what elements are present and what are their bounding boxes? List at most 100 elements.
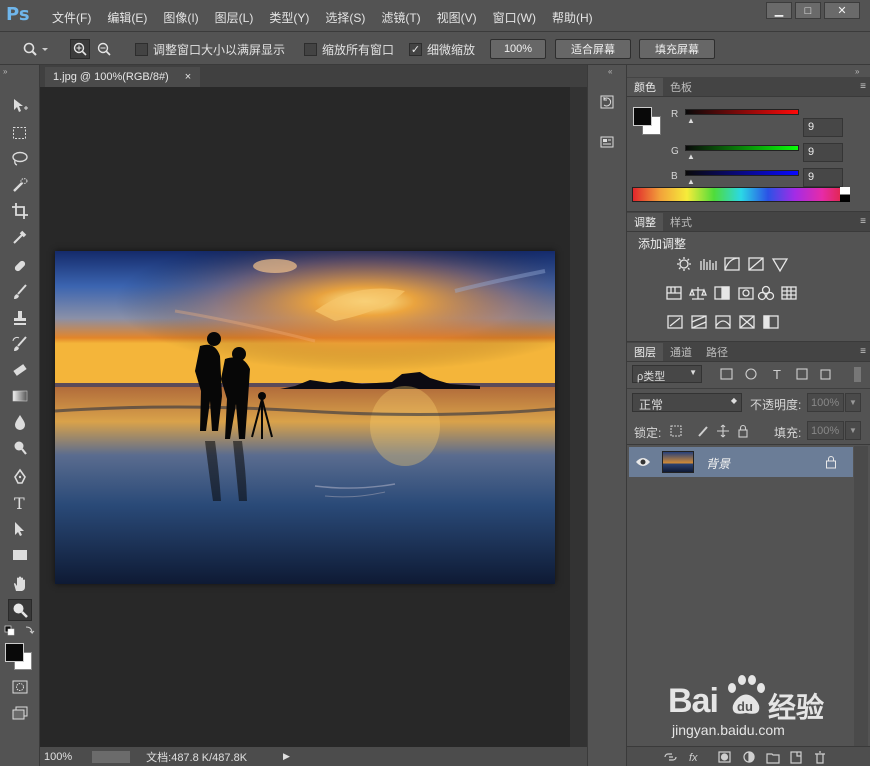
panel-menu-icon[interactable]: ≡ [860,346,866,357]
tab-styles[interactable]: 样式 [663,213,699,231]
minimize-button[interactable]: ▁ [766,2,792,19]
color-swatches[interactable] [5,640,35,670]
blend-mode-select[interactable]: 正常 ◆ [632,393,742,412]
panel-menu-icon[interactable]: ≡ [860,81,866,92]
channel-mixer-icon[interactable] [757,285,775,301]
type-tool-icon[interactable]: T [8,492,32,514]
new-layer-icon[interactable] [790,751,802,764]
b-value-input[interactable]: 9 [803,168,843,187]
resize-windows-option[interactable]: 调整窗口大小以满屏显示 [135,39,285,59]
close-tab-icon[interactable]: × [185,71,191,83]
zoom-tool-preset[interactable] [22,39,48,59]
collapse-arrows-icon[interactable]: » [0,67,40,75]
opacity-dropdown-icon[interactable]: ▼ [845,393,861,412]
threshold-icon[interactable] [715,315,731,329]
zoom-out-icon[interactable] [94,39,114,59]
history-panel-icon[interactable] [595,91,619,113]
black-white-icon[interactable] [714,286,730,300]
filter-shape-icon[interactable] [796,368,808,380]
r-slider[interactable] [685,109,799,115]
layer-thumbnail[interactable] [662,451,694,473]
vibrance-icon[interactable] [771,258,789,273]
layer-row[interactable]: 背景 [629,447,853,477]
maximize-button[interactable]: □ [795,2,821,19]
delete-layer-icon[interactable] [815,751,825,764]
b-slider-thumb-icon[interactable]: ▲ [687,177,695,186]
levels-icon[interactable] [700,259,717,270]
lock-transparent-icon[interactable] [670,425,682,437]
menu-filter[interactable]: 滤镜(T) [373,9,428,26]
tab-layers[interactable]: 图层 [627,343,663,361]
clone-stamp-tool-icon[interactable] [8,307,32,329]
menu-file[interactable]: 文件(F) [44,9,99,26]
blur-tool-icon[interactable] [8,411,32,433]
tab-paths[interactable]: 路径 [699,343,735,361]
status-preview-icon[interactable] [92,750,131,763]
history-brush-tool-icon[interactable] [8,333,32,355]
fill-dropdown-icon[interactable]: ▼ [845,421,861,440]
fit-screen-button[interactable]: 适合屏幕 [555,39,631,59]
default-colors-icon[interactable] [4,625,36,637]
r-slider-thumb-icon[interactable]: ▲ [687,116,695,125]
document-tab[interactable]: 1.jpg @ 100%(RGB/8#) × [45,67,200,87]
gradient-map-icon[interactable] [763,315,779,329]
photo-canvas[interactable] [55,251,555,584]
menu-view[interactable]: 视图(V) [429,9,485,26]
tab-color[interactable]: 颜色 [627,78,663,96]
layer-lock-icon[interactable] [825,455,837,469]
resize-windows-checkbox[interactable] [135,42,148,56]
scrubby-zoom-option[interactable]: ✓ 细微缩放 [409,39,475,59]
lock-image-icon[interactable] [698,426,708,437]
color-balance-icon[interactable] [689,287,707,300]
lasso-tool-icon[interactable] [8,148,32,170]
invert-icon[interactable] [667,315,683,329]
lock-position-icon[interactable] [717,424,729,438]
color-lookup-icon[interactable] [781,286,797,300]
zoom-all-option[interactable]: 缩放所有窗口 [304,39,394,59]
filter-toggle-switch[interactable] [854,367,861,382]
gradient-tool-icon[interactable] [8,385,32,407]
screen-mode-icon[interactable] [8,702,32,724]
quick-selection-tool-icon[interactable] [8,174,32,196]
rectangle-tool-icon[interactable] [8,544,32,566]
filter-adjustment-icon[interactable] [745,368,757,380]
g-slider[interactable] [685,145,799,151]
posterize-icon[interactable] [691,315,707,329]
new-group-icon[interactable] [766,753,780,764]
exposure-icon[interactable] [748,257,764,271]
color-spectrum-bar[interactable] [632,187,850,202]
tab-adjustments[interactable]: 调整 [627,213,663,231]
filter-pixel-icon[interactable] [720,368,733,380]
pen-tool-icon[interactable] [8,466,32,488]
tab-channels[interactable]: 通道 [663,343,699,361]
r-value-input[interactable]: 9 [803,118,843,137]
hand-tool-icon[interactable] [8,573,32,595]
filter-smart-object-icon[interactable] [820,369,831,380]
lock-all-icon[interactable] [738,429,748,438]
brightness-contrast-icon[interactable] [677,257,691,271]
photo-filter-icon[interactable] [738,287,754,300]
g-slider-thumb-icon[interactable]: ▲ [687,152,695,161]
layer-filter-select[interactable]: ρ类型 ▼ [632,365,702,383]
menu-help[interactable]: 帮助(H) [544,9,601,26]
zoom-level[interactable]: 100% [44,751,72,763]
selective-color-icon[interactable] [739,315,755,329]
menu-window[interactable]: 窗口(W) [485,9,544,26]
dodge-tool-icon[interactable] [8,437,32,459]
menu-image[interactable]: 图像(I) [155,9,206,26]
hue-saturation-icon[interactable] [666,286,682,300]
zoom-all-checkbox[interactable] [304,42,317,56]
black-white-ramp[interactable] [840,187,850,202]
b-slider[interactable] [685,170,799,176]
canvas-background[interactable] [40,87,570,747]
menu-type[interactable]: 类型(Y) [261,9,317,26]
move-tool-icon[interactable] [8,95,32,117]
g-value-input[interactable]: 9 [803,143,843,162]
menu-edit[interactable]: 编辑(E) [99,9,155,26]
fill-screen-button[interactable]: 填充屏幕 [639,39,715,59]
eraser-tool-icon[interactable] [8,359,32,381]
brush-tool-icon[interactable] [8,281,32,303]
healing-brush-tool-icon[interactable] [8,255,32,277]
color-panel-swatches[interactable] [633,107,663,137]
visibility-eye-icon[interactable] [635,456,651,468]
